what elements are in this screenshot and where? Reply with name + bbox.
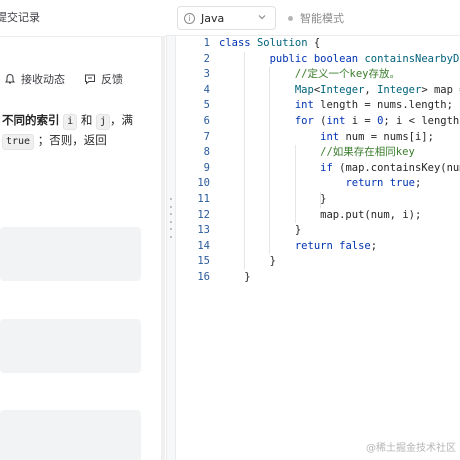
feedback-button[interactable]: 反馈: [84, 70, 123, 88]
line-number: 11: [197, 193, 210, 205]
code-line: return true;: [345, 177, 422, 190]
code-comment: //定义一个key存放。: [294, 68, 400, 81]
line-number: 7: [203, 130, 210, 143]
code-line: Map<Integer, Integer> map = new HashMap<…: [294, 83, 460, 96]
tabbar-divider: [0, 36, 166, 37]
var-i-chip: i: [63, 114, 78, 130]
code-line: }: [219, 255, 276, 268]
line-number: 1: [203, 37, 210, 49]
editor-toolbar: i Java 智能模式: [166, 0, 460, 36]
code-editor[interactable]: 1 2 3 4 5 6 7 8 9 10 11 12 13 14 15 16 c…: [176, 36, 460, 460]
line-number: 4: [203, 83, 210, 96]
code-line: int length = nums.length;: [294, 99, 453, 112]
code-line: public boolean containsNearbyDuplicate(i…: [269, 52, 460, 65]
feedback-label: 反馈: [101, 73, 123, 86]
code-line: return false;: [294, 239, 378, 252]
line-number: 5: [203, 99, 210, 112]
panel-splitter[interactable]: [166, 36, 176, 460]
left-scrollbar[interactable]: [161, 36, 165, 460]
desc-bold: 不同的索引: [2, 113, 60, 127]
code-line: }: [219, 271, 251, 283]
problem-description: 不同的索引 i 和 j ，满 true ；否则，返回: [2, 110, 162, 150]
feedback-icon: [84, 73, 96, 85]
loading-block-2: [0, 319, 141, 373]
code-line: for (int i = 0; i < length; i++) {: [294, 115, 460, 127]
desc-and: 和: [80, 113, 93, 127]
desc-tail2: ；否则，返回: [37, 133, 107, 147]
line-number-gutter: 1 2 3 4 5 6 7 8 9 10 11 12 13 14 15 16: [176, 36, 212, 460]
line-number: 6: [203, 115, 210, 127]
status-dot-icon: [288, 15, 293, 21]
line-number: 9: [203, 161, 210, 174]
code-comment: //如果存在相同key: [320, 146, 415, 159]
line-number: 14: [197, 239, 210, 252]
line-number: 12: [197, 208, 210, 221]
line-number: 3: [203, 68, 210, 81]
bell-icon: [4, 73, 16, 85]
tab-submissions[interactable]: 提交记录: [0, 7, 40, 29]
smart-mode-label: 智能模式: [300, 12, 344, 25]
smart-mode-toggle[interactable]: 智能模式: [288, 10, 344, 26]
splitter-grip-icon: [170, 198, 173, 238]
loading-block-3: [0, 410, 141, 460]
language-select[interactable]: i Java: [177, 6, 276, 30]
code-line: class Solution {: [219, 37, 321, 49]
code-line: }: [219, 224, 302, 237]
code-line: }: [219, 193, 327, 205]
code-area[interactable]: class Solution { public boolean contains…: [219, 36, 460, 460]
loading-block-1: [0, 227, 141, 281]
info-icon: i: [184, 12, 195, 24]
line-number: 2: [203, 52, 210, 65]
true-chip: true: [2, 134, 35, 150]
desc-tail1: ，满: [110, 113, 134, 127]
subscribe-label: 接收动态: [21, 73, 65, 86]
code-line: //如果存在相同key: [219, 145, 415, 161]
subscribe-button[interactable]: 接收动态: [4, 70, 65, 88]
line-number: 13: [197, 224, 210, 237]
code-line: int num = nums[i];: [320, 130, 434, 143]
language-label: Java: [201, 11, 225, 25]
code-line: map.put(num, i);: [219, 208, 422, 221]
line-number: 16: [197, 271, 210, 283]
watermark: @稀土掘金技术社区: [366, 443, 456, 454]
line-number: 15: [197, 255, 210, 268]
line-number: 8: [203, 146, 210, 159]
code-line: if (map.containsKey(num) && i - map.get(…: [320, 161, 460, 174]
line-number: 10: [197, 177, 210, 190]
code-line: //定义一个key存放。: [219, 67, 400, 83]
var-j-chip: j: [96, 114, 111, 130]
chevron-down-icon: [257, 12, 267, 25]
description-panel: 提交记录 接收动态 反馈 不同的索引 i 和 j ，满 true ；否则，返回: [0, 0, 166, 460]
